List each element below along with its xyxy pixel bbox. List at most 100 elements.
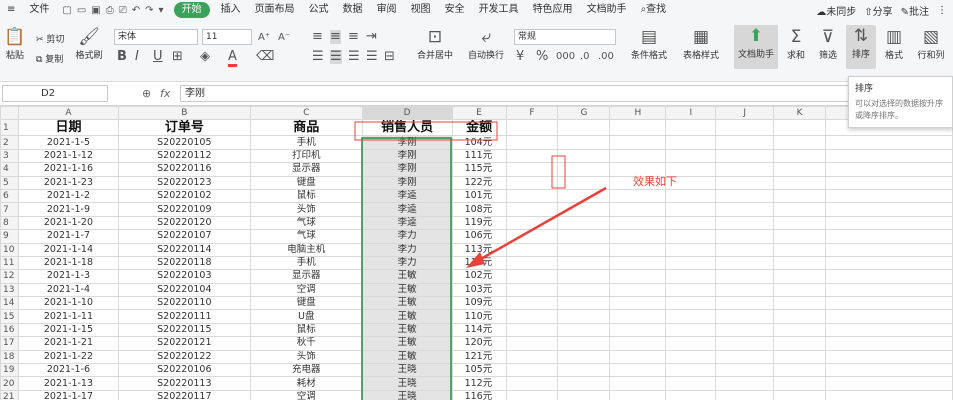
date-cell[interactable]: 2021-1-21 <box>17 336 119 351</box>
tab-formula[interactable]: 公式 <box>302 0 336 20</box>
product-cell[interactable]: 气球 <box>249 215 363 231</box>
row-header[interactable]: 2 <box>0 135 19 150</box>
empty-cell[interactable] <box>665 162 717 177</box>
align-bottom-icon[interactable]: ≡ <box>348 30 359 44</box>
empty-cell[interactable] <box>609 135 667 150</box>
empty-cell[interactable] <box>665 269 717 284</box>
empty-cell[interactable] <box>715 119 775 137</box>
empty-cell[interactable] <box>609 363 667 378</box>
empty-cell[interactable] <box>505 229 559 244</box>
empty-cell[interactable] <box>505 162 559 177</box>
empty-cell[interactable] <box>609 376 667 391</box>
empty-cell[interactable] <box>825 336 953 351</box>
empty-cell[interactable] <box>715 269 775 284</box>
amount-cell[interactable]: 104元 <box>451 135 507 150</box>
sum-button[interactable]: Σ 求和 <box>782 26 810 61</box>
empty-cell[interactable] <box>773 389 827 400</box>
print-icon[interactable]: ⎚ <box>119 5 127 16</box>
seller-cell[interactable]: 李逵 <box>361 215 453 231</box>
empty-cell[interactable] <box>505 269 559 284</box>
date-cell[interactable]: 2021-1-20 <box>17 215 119 231</box>
empty-cell[interactable] <box>773 269 827 284</box>
empty-cell[interactable] <box>715 162 775 177</box>
amount-cell[interactable]: 103元 <box>451 282 507 298</box>
empty-cell[interactable] <box>557 188 611 204</box>
order-cell[interactable]: S20220104 <box>117 282 251 298</box>
empty-cell[interactable] <box>665 175 717 190</box>
empty-cell[interactable] <box>773 242 827 257</box>
empty-cell[interactable] <box>825 175 953 190</box>
product-cell[interactable]: U盘 <box>249 309 363 324</box>
formula-input[interactable]: 李刚 <box>180 85 950 102</box>
product-cell[interactable]: 显示器 <box>249 269 363 284</box>
amount-cell[interactable]: 109元 <box>451 296 507 311</box>
amount-cell[interactable]: 116元 <box>451 389 507 400</box>
increase-decimal-icon[interactable]: .0 <box>580 50 590 64</box>
empty-cell[interactable] <box>505 282 559 298</box>
empty-cell[interactable] <box>557 148 611 164</box>
empty-cell[interactable] <box>773 119 827 137</box>
seller-cell[interactable]: 王晓 <box>361 363 453 378</box>
justify-icon[interactable]: ☰ <box>366 50 378 64</box>
row-header[interactable]: 16 <box>0 322 19 338</box>
empty-cell[interactable] <box>609 322 667 338</box>
empty-cell[interactable] <box>773 363 827 378</box>
empty-cell[interactable] <box>505 255 559 271</box>
empty-cell[interactable] <box>773 215 827 231</box>
empty-cell[interactable] <box>557 255 611 271</box>
empty-cell[interactable] <box>665 282 717 298</box>
date-cell[interactable]: 2021-1-4 <box>17 282 119 298</box>
product-cell[interactable]: 鼠标 <box>249 188 363 204</box>
empty-cell[interactable] <box>505 349 559 365</box>
decrease-decimal-icon[interactable]: .00 <box>598 50 614 64</box>
empty-cell[interactable] <box>715 255 775 271</box>
amount-cell[interactable]: 101元 <box>451 188 507 204</box>
empty-cell[interactable] <box>609 269 667 284</box>
row-header[interactable]: 21 <box>0 389 19 400</box>
order-cell[interactable]: S20220109 <box>117 202 251 217</box>
amount-cell[interactable]: 115元 <box>451 162 507 177</box>
empty-cell[interactable] <box>773 148 827 164</box>
row-col-button[interactable]: ▧ 行和列 <box>912 26 950 61</box>
fill-color-icon[interactable]: ◈ <box>200 50 210 64</box>
tab-security[interactable]: 安全 <box>438 0 472 20</box>
header-cell-date[interactable]: 日期 <box>17 119 119 137</box>
empty-cell[interactable] <box>715 389 775 400</box>
date-cell[interactable]: 2021-1-11 <box>17 309 119 324</box>
empty-cell[interactable] <box>773 202 827 217</box>
amount-cell[interactable]: 111元 <box>451 148 507 164</box>
row-header[interactable]: 13 <box>0 282 19 298</box>
product-cell[interactable]: 显示器 <box>249 162 363 177</box>
empty-cell[interactable] <box>665 242 717 257</box>
empty-cell[interactable] <box>609 282 667 298</box>
empty-cell[interactable] <box>505 376 559 391</box>
empty-cell[interactable] <box>715 363 775 378</box>
seller-cell[interactable]: 王敏 <box>361 296 453 311</box>
empty-cell[interactable] <box>665 349 717 365</box>
merge-center-button[interactable]: ⊡ 合并居中 <box>410 26 460 61</box>
empty-cell[interactable] <box>505 215 559 231</box>
seller-cell[interactable]: 李力 <box>361 229 453 244</box>
empty-cell[interactable] <box>557 296 611 311</box>
save-icon[interactable]: ▣ <box>91 5 100 16</box>
increase-font-icon[interactable]: A⁺ <box>258 31 270 45</box>
empty-cell[interactable] <box>505 242 559 257</box>
seller-cell[interactable]: 王敏 <box>361 349 453 365</box>
conditional-format-button[interactable]: ▤ 条件格式 <box>624 26 674 61</box>
empty-cell[interactable] <box>715 188 775 204</box>
empty-cell[interactable] <box>505 322 559 338</box>
header-cell-amount[interactable]: 金额 <box>451 119 507 137</box>
date-cell[interactable]: 2021-1-5 <box>17 135 119 150</box>
product-cell[interactable]: 空调 <box>249 282 363 298</box>
empty-cell[interactable] <box>715 148 775 164</box>
col-header-e[interactable]: E <box>451 106 507 121</box>
seller-cell[interactable]: 李逵 <box>361 188 453 204</box>
font-size-select[interactable]: 11 <box>202 29 252 45</box>
empty-cell[interactable] <box>557 349 611 365</box>
amount-cell[interactable]: 106元 <box>451 229 507 244</box>
tab-home[interactable]: 开始 <box>173 2 210 18</box>
amount-cell[interactable]: 113元 <box>451 242 507 257</box>
empty-cell[interactable] <box>609 188 667 204</box>
new-file-icon[interactable]: ▢ <box>62 5 71 16</box>
empty-cell[interactable] <box>825 202 953 217</box>
